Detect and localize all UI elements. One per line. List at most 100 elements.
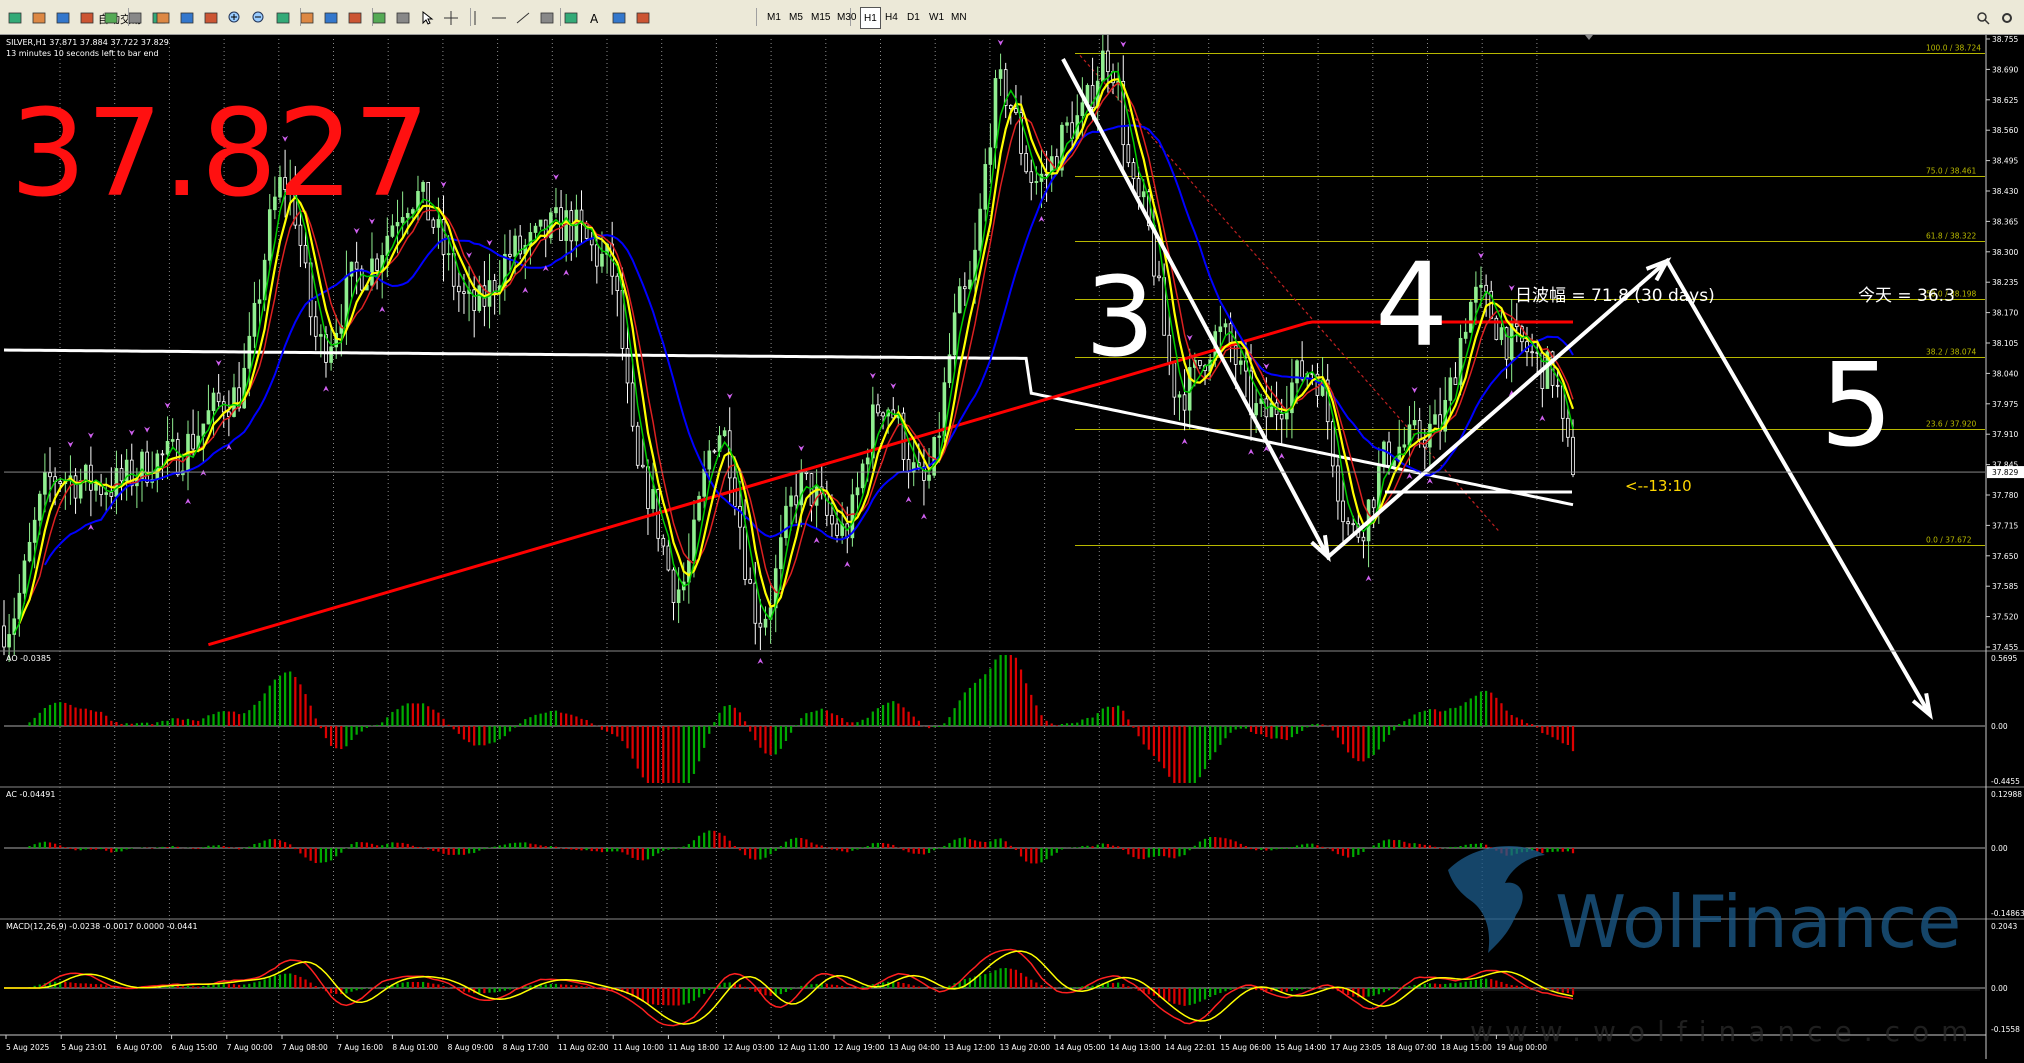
channel-icon[interactable]	[536, 7, 558, 29]
candle-body	[1417, 420, 1422, 441]
horizontal-line-icon[interactable]	[488, 7, 510, 29]
price-axis-label: 38.170	[1992, 309, 2018, 318]
candle-body	[963, 286, 967, 290]
candle-body	[1218, 326, 1223, 333]
search-icon[interactable]	[1972, 7, 1994, 29]
watermark-url: www.wolfinance.com	[1470, 1015, 1980, 1048]
candle-body	[789, 495, 793, 507]
market-watch-icon[interactable]	[52, 7, 74, 29]
trendline-icon[interactable]	[512, 7, 534, 29]
candle-body	[390, 225, 395, 237]
fractal-up-arrow	[144, 426, 151, 433]
candle-body	[743, 526, 747, 580]
label-icon[interactable]	[608, 7, 630, 29]
timeframe-mn[interactable]: MN	[948, 7, 970, 27]
candle-body	[753, 582, 758, 624]
candle-body	[114, 468, 119, 497]
tile-icon[interactable]	[272, 7, 294, 29]
candle-body	[1279, 414, 1284, 420]
line-chart-icon[interactable]	[200, 7, 222, 29]
vertical-line-icon[interactable]	[464, 7, 486, 29]
timeframe-m30[interactable]: M30	[834, 7, 859, 27]
candle-body	[1009, 105, 1013, 109]
candle-body	[1182, 394, 1187, 411]
fractal-up-arrow	[87, 432, 94, 439]
wave-label-3: 3	[1085, 253, 1155, 381]
new-chart-icon[interactable]	[4, 7, 26, 29]
indicators-icon[interactable]	[344, 7, 366, 29]
candle-body	[707, 450, 712, 470]
ac-max-label: 0.12988	[1991, 790, 2022, 799]
timeframe-d1[interactable]: D1	[904, 7, 923, 27]
price-axis-label: 37.650	[1992, 552, 2018, 561]
profiles-icon[interactable]	[28, 7, 50, 29]
candle-body	[1336, 465, 1340, 502]
candle-body	[983, 164, 988, 210]
zoom-in-icon[interactable]	[224, 7, 246, 29]
candle-body	[692, 519, 696, 561]
timeframe-h1[interactable]: H1	[860, 7, 881, 29]
timeframe-h4[interactable]: H4	[882, 7, 901, 27]
fibonacci-icon[interactable]	[560, 7, 582, 29]
candle-body	[359, 268, 364, 291]
price-axis-label: 38.755	[1992, 35, 2018, 44]
cursor-icon[interactable]	[416, 7, 438, 29]
today-range-info: 今天 = 36.3	[1858, 286, 1955, 306]
ao-zero-label: 0.00	[1991, 722, 2008, 731]
candle-body	[1223, 323, 1228, 328]
timeframe-m1[interactable]: M1	[764, 7, 784, 27]
fractal-down-arrow	[813, 537, 820, 544]
templates-icon[interactable]	[392, 7, 414, 29]
time-axis-label: 11 Aug 18:00	[668, 1043, 719, 1052]
candle-body	[119, 468, 124, 482]
candle-body	[1131, 162, 1136, 180]
ac-zero-label: 0.00	[1991, 844, 2008, 853]
candle-body	[446, 253, 451, 256]
candle-body	[89, 464, 93, 491]
fractal-up-arrow	[552, 173, 559, 180]
candle-body	[804, 471, 809, 474]
candle-body	[160, 453, 165, 456]
price-axis-label: 38.560	[1992, 126, 2018, 135]
time-axis-label: 12 Aug 03:00	[724, 1043, 775, 1052]
candle-body	[1468, 301, 1473, 333]
candle-chart-icon[interactable]	[176, 7, 198, 29]
data-window-icon[interactable]	[76, 7, 98, 29]
candle-body	[794, 495, 798, 506]
candle-body	[538, 219, 543, 227]
chart-shift-icon[interactable]	[320, 7, 342, 29]
timeframe-m15[interactable]: M15	[808, 7, 833, 27]
navigator-icon[interactable]	[100, 7, 122, 29]
daily-range-info: 日波幅 = 71.8 (30 days)	[1515, 286, 1715, 306]
candle-body	[952, 312, 957, 356]
timeframe-w1[interactable]: W1	[926, 7, 947, 27]
fractal-up-arrow	[67, 441, 74, 448]
arrows-icon[interactable]	[632, 7, 654, 29]
bar-chart-icon[interactable]	[152, 7, 174, 29]
fib-level-label: 75.0 / 38.461	[1926, 167, 1976, 176]
time-axis-label: 15 Aug 06:00	[1220, 1043, 1271, 1052]
fib-level-label: 0.0 / 37.672	[1926, 536, 1972, 545]
zoom-out-icon[interactable]	[248, 7, 270, 29]
fractal-down-arrow	[522, 287, 529, 294]
candle-body	[1136, 178, 1141, 198]
fractal-down-arrow	[905, 496, 912, 503]
price-axis-label: 38.105	[1992, 339, 2018, 348]
candle-body	[564, 210, 568, 241]
macd-max-label: 0.2043	[1991, 922, 2017, 931]
crosshair-icon[interactable]	[440, 7, 462, 29]
ac-panel-label: AC -0.04491	[6, 790, 55, 799]
watermark: WolFinance www.wolfinance.com	[1448, 846, 1980, 1048]
fractal-up-arrow	[486, 239, 493, 246]
candle-body	[94, 483, 98, 491]
fractal-down-arrow	[1365, 575, 1372, 582]
candle-body	[712, 450, 717, 453]
fractal-down-arrow	[1181, 438, 1188, 445]
watermark-text: WolFinance	[1555, 880, 1961, 964]
price-axis-label: 37.455	[1992, 643, 2018, 652]
settings-icon[interactable]	[1996, 7, 2018, 29]
text-icon[interactable]: A	[584, 7, 606, 29]
chart-window[interactable]: 100.0 / 38.724 75.0 / 38.461 61.8 / 38.322…	[0, 28, 2024, 1059]
timeframe-m5[interactable]: M5	[786, 7, 806, 27]
price-chart[interactable]: 100.0 / 38.724 75.0 / 38.461 61.8 / 38.322…	[0, 28, 2024, 1059]
